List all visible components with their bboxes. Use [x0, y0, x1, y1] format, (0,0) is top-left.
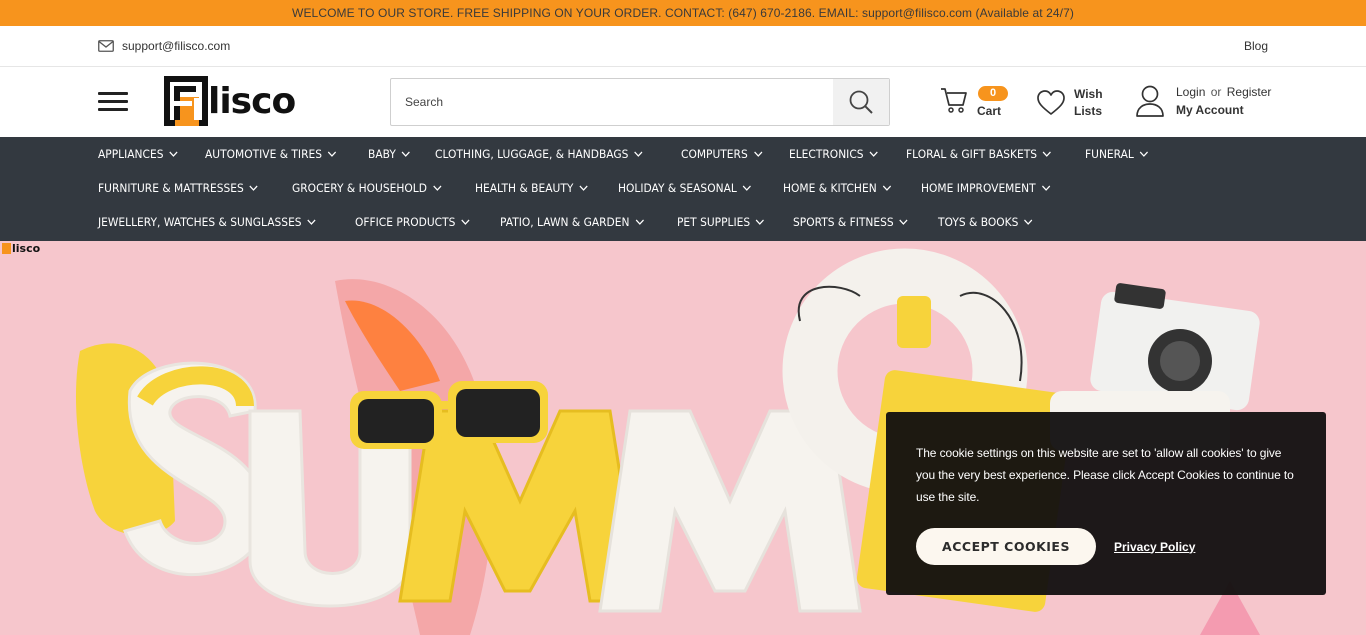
category-label: SPORTS & FITNESS: [792, 215, 894, 229]
cart-button[interactable]: 0 Cart: [940, 84, 1008, 118]
announcement-bar: WELCOME TO OUR STORE. FREE SHIPPING ON Y…: [0, 0, 1366, 26]
category-item[interactable]: SPORTS & FITNESS: [793, 215, 908, 229]
category-label: ELECTRONICS: [789, 147, 864, 161]
search-icon: [849, 90, 873, 114]
menu-icon[interactable]: [98, 92, 128, 112]
category-item[interactable]: PET SUPPLIES: [677, 215, 765, 229]
chevron-down-icon: [433, 185, 442, 191]
chevron-down-icon: [1139, 151, 1149, 157]
chevron-down-icon: [1043, 151, 1052, 157]
search-bar: [390, 78, 890, 126]
register-link[interactable]: Register: [1227, 85, 1272, 99]
category-row-1: APPLIANCES AUTOMOTIVE & TIRES BABY CLOTHING…: [98, 137, 1174, 171]
category-label: FURNITURE & MATTRESSES: [98, 181, 244, 195]
category-item[interactable]: JEWELLERY, WATCHES & SUNGLASSES: [98, 215, 316, 229]
cart-count-badge: 0: [978, 86, 1008, 101]
category-item[interactable]: FUNERAL: [1085, 147, 1149, 161]
hero-logo-mark: [2, 243, 11, 254]
category-item[interactable]: HOME & KITCHEN: [783, 181, 892, 195]
chevron-down-icon: [579, 185, 588, 191]
chevron-down-icon: [756, 219, 765, 225]
wishlist-button[interactable]: Wish Lists: [1036, 86, 1103, 120]
category-label: GROCERY & HOUSEHOLD: [292, 181, 428, 195]
site-logo[interactable]: lisco: [164, 76, 296, 126]
category-row-3: JEWELLERY, WATCHES & SUNGLASSES OFFICE PR…: [98, 205, 1061, 239]
category-item[interactable]: TOYS & BOOKS: [938, 215, 1033, 229]
heart-icon: [1037, 90, 1065, 115]
chevron-down-icon: [635, 219, 645, 225]
category-item[interactable]: APPLIANCES: [98, 147, 178, 161]
logo-mark: [164, 76, 208, 126]
category-label: TOYS & BOOKS: [938, 215, 1019, 229]
category-item[interactable]: COMPUTERS: [681, 147, 762, 161]
chevron-down-icon: [1041, 185, 1050, 191]
chevron-down-icon: [1024, 219, 1033, 225]
category-item[interactable]: HEALTH & BEAUTY: [475, 181, 588, 195]
my-account-link[interactable]: My Account: [1176, 101, 1271, 119]
chevron-down-icon: [249, 185, 258, 191]
category-item[interactable]: CLOTHING, LUGGAGE, & HANDBAGS: [435, 147, 643, 161]
chevron-down-icon: [634, 151, 643, 157]
category-item[interactable]: BABY: [368, 147, 411, 161]
envelope-icon: [98, 40, 114, 52]
search-button[interactable]: [833, 79, 889, 125]
logo-text: lisco: [208, 80, 296, 122]
site-header: lisco 0 Cart Wish Lists: [0, 67, 1366, 137]
chevron-down-icon: [307, 219, 316, 225]
category-label: PATIO, LAWN & GARDEN: [500, 215, 630, 229]
category-item[interactable]: HOME IMPROVEMENT: [921, 181, 1050, 195]
cookie-message: The cookie settings on this website are …: [916, 446, 1294, 504]
category-label: APPLIANCES: [98, 147, 164, 161]
support-email-link[interactable]: support@filisco.com: [98, 39, 230, 53]
privacy-policy-link[interactable]: Privacy Policy: [1114, 540, 1195, 554]
category-label: PET SUPPLIES: [677, 215, 751, 229]
category-label: HOME IMPROVEMENT: [920, 181, 1036, 195]
category-item[interactable]: FLORAL & GIFT BASKETS: [906, 147, 1052, 161]
chevron-down-icon: [328, 151, 337, 157]
chevron-down-icon: [870, 151, 879, 157]
category-label: FUNERAL: [1084, 147, 1134, 161]
category-item[interactable]: FURNITURE & MATTRESSES: [98, 181, 258, 195]
category-label: OFFICE PRODUCTS: [355, 215, 456, 229]
chevron-down-icon: [753, 151, 762, 157]
category-item[interactable]: AUTOMOTIVE & TIRES: [205, 147, 337, 161]
category-label: FLORAL & GIFT BASKETS: [906, 147, 1038, 161]
category-label: HEALTH & BEAUTY: [475, 181, 574, 195]
support-email-text: support@filisco.com: [122, 39, 231, 53]
accept-cookies-button[interactable]: ACCEPT COOKIES: [916, 528, 1096, 565]
category-item[interactable]: GROCERY & HOUSEHOLD: [292, 181, 442, 195]
wishlist-label: Wish Lists: [1074, 87, 1103, 118]
cookie-banner: The cookie settings on this website are …: [886, 412, 1326, 595]
blog-link[interactable]: Blog: [1244, 39, 1268, 53]
category-item[interactable]: HOLIDAY & SEASONAL: [618, 181, 752, 195]
category-label: AUTOMOTIVE & TIRES: [205, 147, 323, 161]
login-link[interactable]: Login: [1176, 85, 1205, 99]
user-icon: [1136, 85, 1164, 117]
category-label: CLOTHING, LUGGAGE, & HANDBAGS: [434, 147, 629, 161]
hero-logo-watermark: lisco: [2, 242, 40, 255]
category-item[interactable]: ELECTRONICS: [789, 147, 879, 161]
utility-bar: support@filisco.com Blog: [0, 26, 1366, 67]
chevron-down-icon: [742, 185, 752, 191]
chevron-down-icon: [882, 185, 892, 191]
chevron-down-icon: [899, 219, 908, 225]
or-text: or: [1210, 85, 1222, 99]
chevron-down-icon: [461, 219, 470, 225]
category-label: BABY: [368, 147, 397, 161]
cart-icon: [941, 88, 967, 113]
cart-label: Cart: [977, 104, 1002, 118]
category-nav: APPLIANCES AUTOMOTIVE & TIRES BABY CLOTHING…: [0, 137, 1366, 241]
account-area: Login or Register My Account: [1134, 83, 1271, 119]
category-label: HOME & KITCHEN: [783, 181, 877, 195]
search-input[interactable]: [391, 79, 833, 125]
category-label: COMPUTERS: [680, 147, 748, 161]
category-row-2: FURNITURE & MATTRESSES GROCERY & HOUSEHOL…: [98, 171, 1082, 205]
chevron-down-icon: [169, 151, 178, 157]
category-item[interactable]: PATIO, LAWN & GARDEN: [500, 215, 645, 229]
chevron-down-icon: [402, 151, 411, 157]
category-label: JEWELLERY, WATCHES & SUNGLASSES: [98, 215, 302, 229]
category-label: HOLIDAY & SEASONAL: [618, 181, 737, 195]
category-item[interactable]: OFFICE PRODUCTS: [355, 215, 470, 229]
